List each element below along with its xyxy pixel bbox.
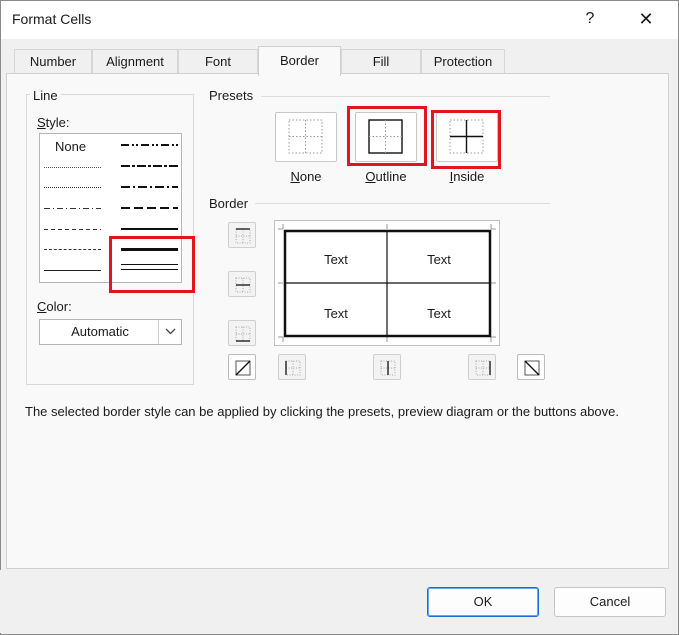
preset-none-label-rest: one: [299, 169, 322, 184]
tab-number[interactable]: Number: [14, 49, 92, 73]
preset-none-button[interactable]: [275, 112, 337, 162]
border-bottom-icon: [235, 326, 251, 342]
border-section-label: Border: [207, 196, 251, 211]
border-preview[interactable]: Text Text Text Text: [274, 220, 500, 346]
chevron-down-icon[interactable]: [158, 320, 181, 344]
preset-outline-label-rest: utline: [375, 169, 407, 184]
preset-none-label: None: [290, 169, 322, 184]
hint-text: The selected border style can be applied…: [25, 404, 620, 419]
border-right-button[interactable]: [468, 354, 496, 380]
preview-cell-text: Text: [324, 306, 348, 321]
tab-alignment[interactable]: Alignment: [92, 49, 178, 73]
help-button[interactable]: ?: [575, 5, 605, 33]
tab-strip: Number Alignment Font Border Fill Protec…: [1, 39, 678, 76]
title-bar: Format Cells ? ✕: [1, 1, 678, 39]
preset-none-icon: [288, 119, 323, 154]
border-left-button[interactable]: [278, 354, 306, 380]
line-style-dashed[interactable]: [44, 249, 101, 250]
preset-inside-label: Inside: [449, 169, 485, 184]
presets-separator: [261, 96, 550, 97]
border-middle-vertical-icon: [380, 360, 396, 376]
border-right-icon: [475, 360, 491, 376]
border-middle-horizontal-button[interactable]: [228, 271, 256, 297]
border-diagonal-down-button[interactable]: [517, 354, 545, 380]
border-top-button[interactable]: [228, 222, 256, 248]
line-style-thin[interactable]: [44, 270, 101, 271]
close-icon: ✕: [638, 9, 654, 29]
border-middle-horizontal-icon: [235, 277, 251, 293]
style-label: Style:: [37, 115, 70, 130]
border-bottom-button[interactable]: [228, 320, 256, 346]
preview-cell-text: Text: [427, 306, 451, 321]
preview-cell-text: Text: [427, 252, 451, 267]
highlight-inside-preset: [431, 110, 501, 169]
presets-section-label: Presets: [207, 88, 256, 103]
color-label: Color:: [37, 299, 72, 314]
color-dropdown[interactable]: Automatic: [39, 319, 182, 345]
border-left-icon: [285, 360, 301, 376]
line-group-label: Line: [30, 88, 61, 103]
help-icon: ?: [585, 10, 595, 27]
line-style-medium-dashed[interactable]: [121, 207, 178, 209]
border-middle-vertical-button[interactable]: [373, 354, 401, 380]
ok-button[interactable]: OK: [427, 587, 539, 617]
style-label-rest: tyle:: [45, 115, 70, 130]
preset-inside-label-rest: nside: [453, 169, 485, 184]
tab-protection[interactable]: Protection: [421, 49, 505, 73]
line-style-medium[interactable]: [121, 228, 178, 230]
close-button[interactable]: ✕: [629, 5, 663, 33]
highlight-double-line-style: [109, 236, 195, 293]
tab-border[interactable]: Border: [258, 46, 341, 76]
cancel-button[interactable]: Cancel: [554, 587, 666, 617]
border-diagonal-down-icon: [524, 360, 540, 376]
preset-outline-label: Outline: [365, 169, 407, 184]
color-dropdown-value: Automatic: [71, 324, 129, 339]
line-style-hair[interactable]: [44, 167, 101, 168]
preview-cell-text: Text: [324, 252, 348, 267]
line-style-slant-dash-dot[interactable]: [121, 165, 178, 167]
border-preview-grid: [278, 224, 496, 342]
tab-font[interactable]: Font: [178, 49, 258, 73]
dialog-title: Format Cells: [12, 11, 92, 27]
line-style-none[interactable]: None: [55, 139, 86, 154]
tab-fill[interactable]: Fill: [341, 49, 421, 73]
line-style-dotted[interactable]: [44, 187, 101, 188]
line-style-medium-dash-dot-dot[interactable]: [121, 144, 178, 146]
highlight-outline-preset: [347, 106, 427, 166]
line-style-dash-thin[interactable]: [44, 229, 101, 230]
border-top-icon: [235, 228, 251, 244]
border-diagonal-up-button[interactable]: [228, 354, 256, 380]
line-style-medium-dash-dot[interactable]: [121, 186, 178, 188]
border-diagonal-up-icon: [235, 360, 251, 376]
line-style-dash-dot[interactable]: [44, 208, 101, 209]
border-separator: [255, 203, 550, 204]
color-label-rest: olor:: [46, 299, 72, 314]
